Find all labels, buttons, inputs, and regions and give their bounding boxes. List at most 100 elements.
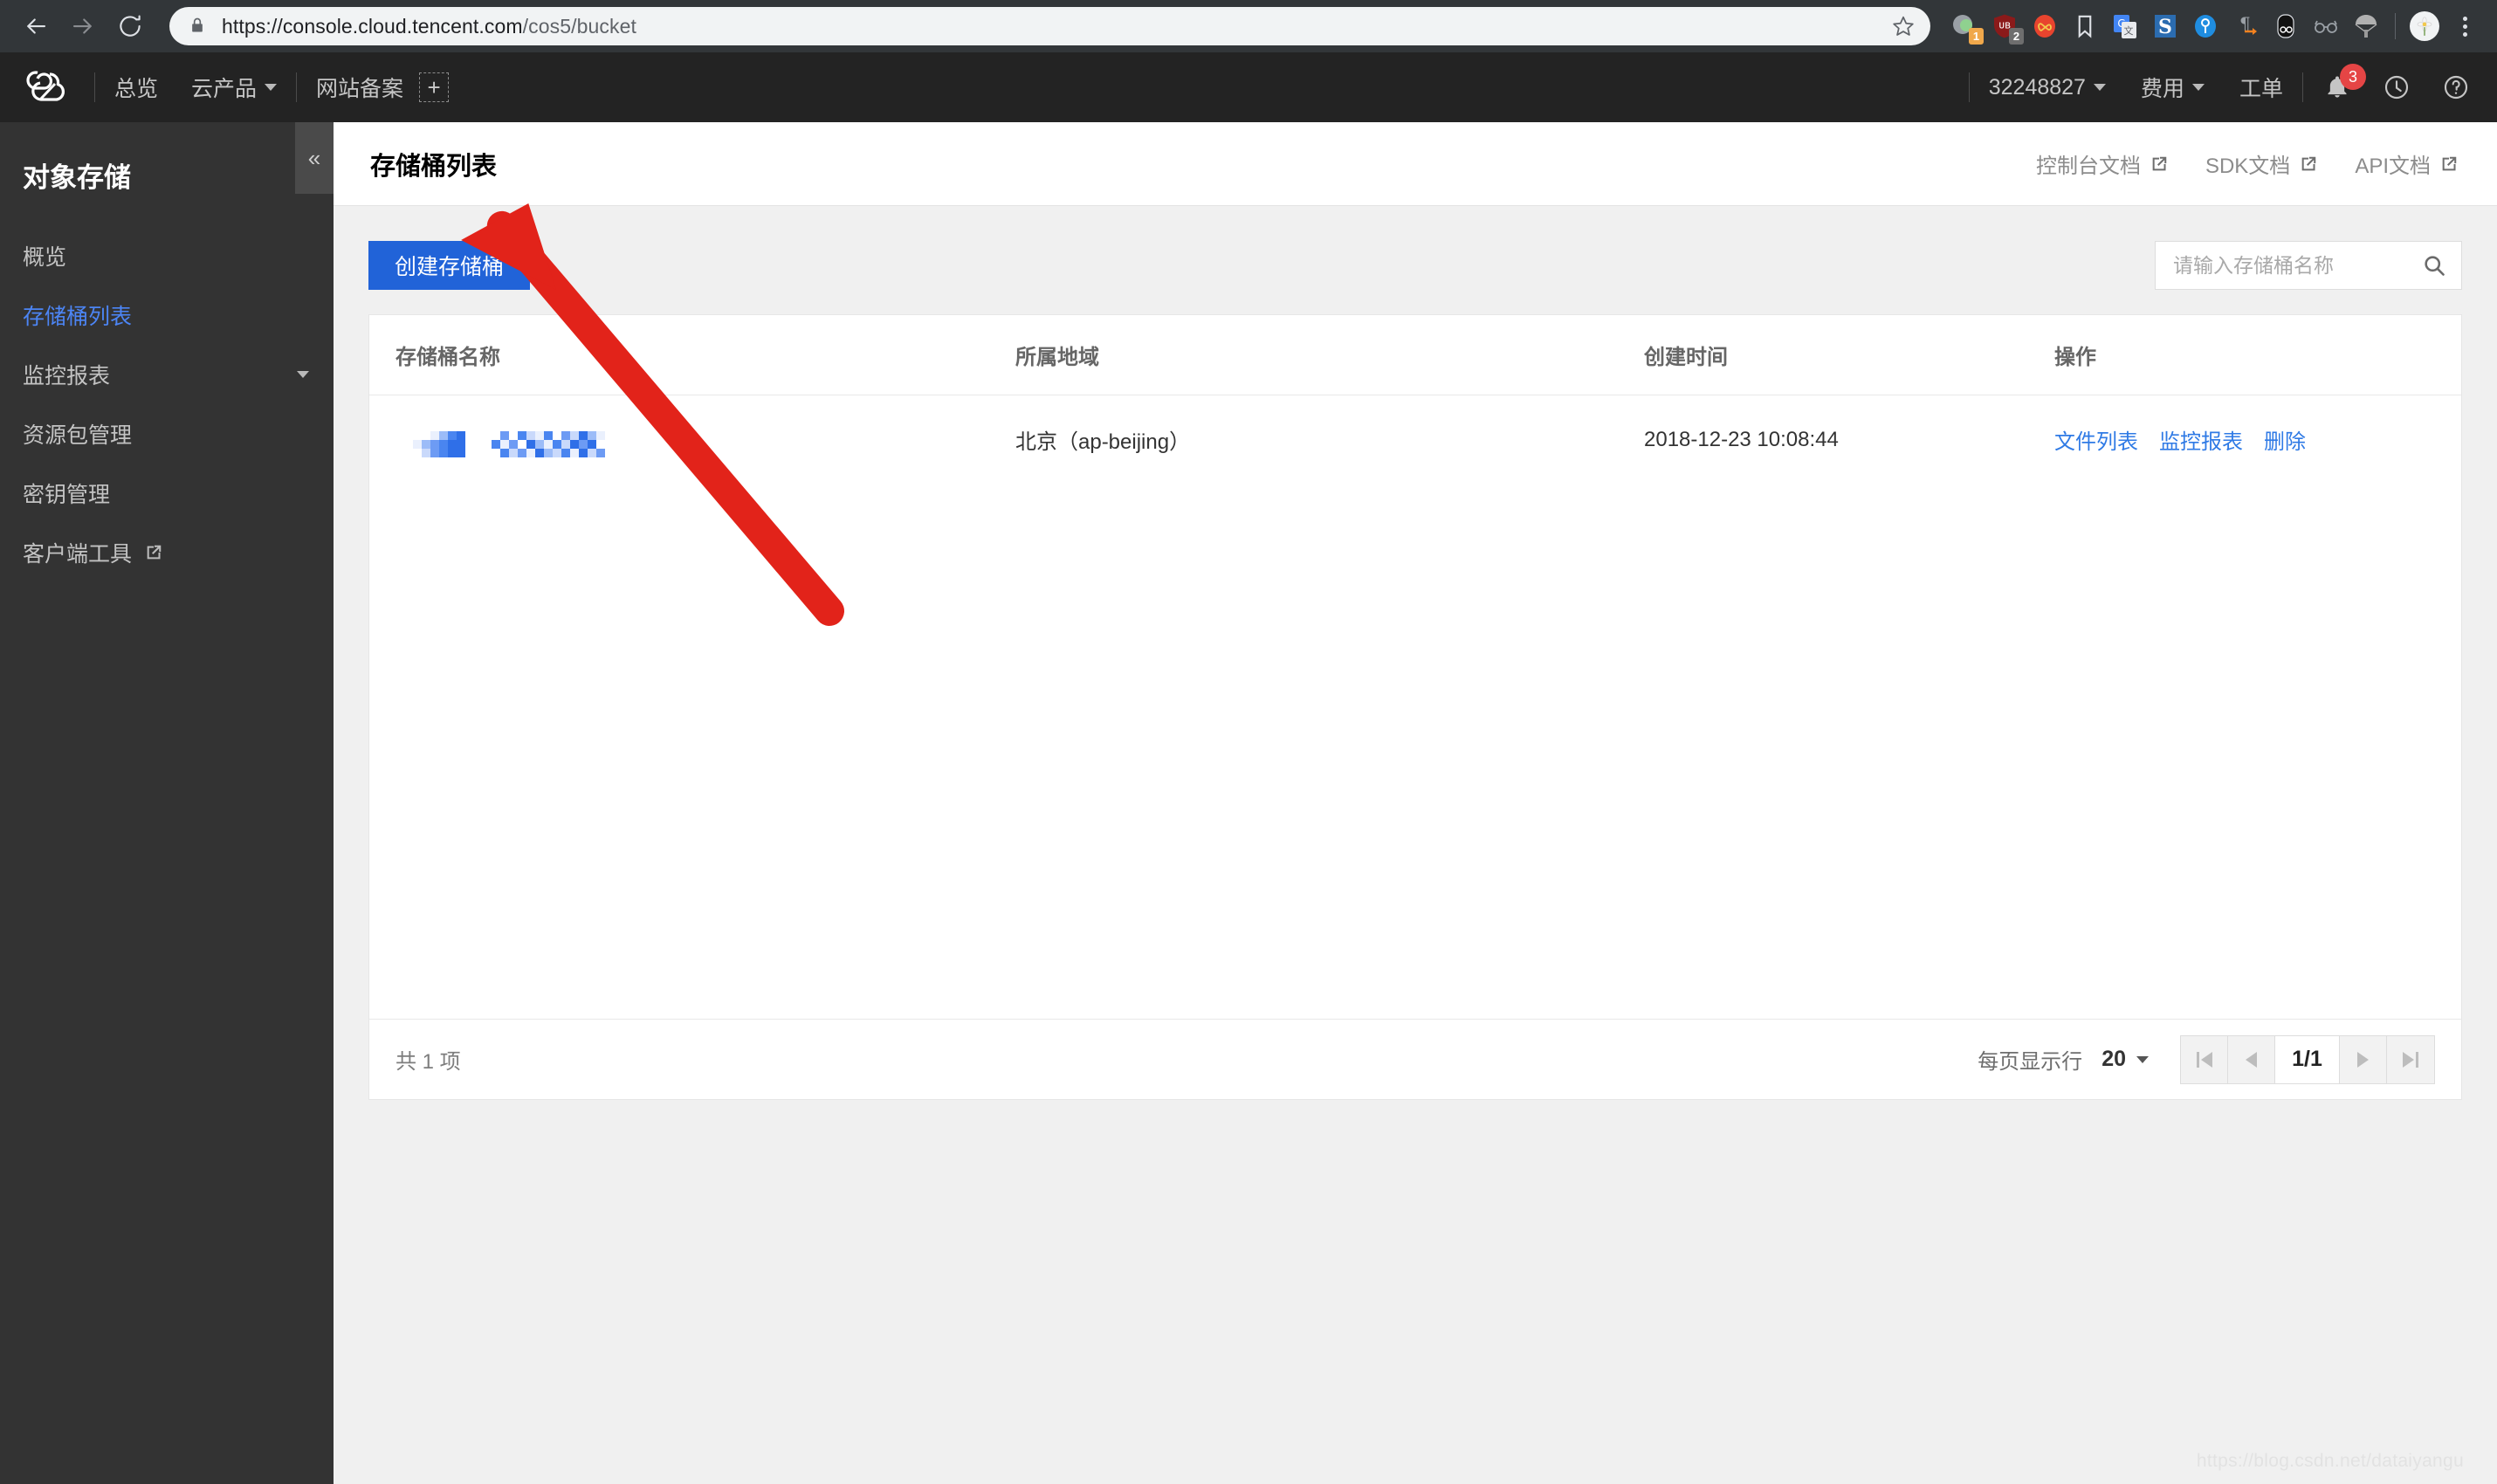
page-size-value: 20 (2101, 1047, 2126, 1071)
table-header-row: 存储桶名称 所属地域 创建时间 操作 (369, 315, 2461, 395)
url-origin: https://console.cloud.tencent.com (222, 14, 523, 38)
header-icon-group: 3 (2322, 64, 2471, 102)
console-doc-link[interactable]: 控制台文档 (2036, 148, 2169, 179)
next-page-button[interactable] (2340, 1035, 2387, 1083)
sidebar-item-label: 监控报表 (23, 364, 111, 388)
watermark: https://blog.csdn.net/dataiyangu (2196, 1451, 2464, 1471)
search-input[interactable] (2155, 241, 2462, 290)
add-shortcut-button[interactable]: + (419, 72, 450, 102)
sidebar-item-label: 客户端工具 (23, 542, 133, 567)
sidebar-item-label: 资源包管理 (23, 423, 133, 448)
sidebar-item-client-tools[interactable]: 客户端工具 (0, 523, 334, 582)
sidebar-item-key-management[interactable]: 密钥管理 (0, 464, 334, 523)
first-page-button[interactable] (2181, 1035, 2228, 1083)
page-indicator: 1/1 (2275, 1035, 2340, 1083)
ticket-label: 工单 (2239, 77, 2283, 101)
prev-page-button[interactable] (2228, 1035, 2275, 1083)
page-container: 对象存储 « 概览 存储桶列表 监控报表 资源包管理 密钥管理 客户端工具 存储… (0, 122, 2497, 1484)
nav-label: 云产品 (191, 77, 258, 101)
content-body: 创建存储桶 存储桶名称 所属地域 创建时间 操作 (334, 206, 2497, 1484)
back-arrow-icon[interactable] (12, 3, 59, 50)
doc-link-label: API文档 (2355, 155, 2431, 178)
chevron-down-icon (265, 84, 278, 91)
pagination: 每页显示行 20 1/1 (1978, 1034, 2435, 1084)
column-header-name: 存储桶名称 (369, 315, 1015, 395)
column-header-region: 所属地域 (1015, 315, 1644, 395)
sidebar-item-bucket-list[interactable]: 存储桶列表 (0, 285, 334, 345)
main-content: 存储桶列表 控制台文档 SDK文档 API文档 创建存储桶 请输入存储桶名称 存… (334, 122, 2497, 1484)
plus-icon: + (427, 74, 441, 100)
external-link-icon (2299, 155, 2318, 174)
header-divider-3 (1968, 72, 1970, 102)
chrome-menu-icon[interactable] (2445, 6, 2485, 46)
last-page-button[interactable] (2387, 1035, 2434, 1083)
doc-link-label: 控制台文档 (2035, 155, 2141, 178)
daisy-avatar[interactable] (2404, 6, 2445, 46)
nav-item-icp-filing[interactable]: 网站备案 (316, 72, 403, 103)
secondary-nav: 网站备案 (316, 72, 403, 103)
chevron-down-icon (2191, 84, 2205, 91)
sidebar-nav: 概览 存储桶列表 监控报表 资源包管理 密钥管理 客户端工具 (0, 226, 334, 582)
nav-item-cloud-products[interactable]: 云产品 (191, 72, 278, 103)
cell-region: 北京（ap-beijing） (1015, 430, 1191, 454)
extension-key-blue[interactable] (2185, 6, 2225, 46)
extension-bookmark-ribbon[interactable] (2065, 6, 2105, 46)
sidebar-collapse-button[interactable]: « (295, 122, 334, 194)
table-toolbar: 创建存储桶 (368, 241, 2462, 290)
content-header: 存储桶列表 控制台文档 SDK文档 API文档 (334, 122, 2497, 206)
extension-ublock-shield[interactable]: ᴜʙ 2 (1985, 6, 2025, 46)
action-file-list[interactable]: 文件列表 (2054, 424, 2138, 455)
extension-oo-capsule[interactable] (2266, 6, 2306, 46)
extension-s-letter[interactable]: S (2145, 6, 2185, 46)
doc-link-label: SDK文档 (2205, 155, 2291, 178)
account-menu[interactable]: 32248827 (1989, 75, 2106, 100)
billing-label: 费用 (2140, 77, 2184, 101)
api-doc-link[interactable]: API文档 (2355, 148, 2459, 179)
create-bucket-button[interactable]: 创建存储桶 (368, 241, 531, 290)
extension-green-dot[interactable]: 1 (1944, 6, 1985, 46)
extension-pilcrow-arrow[interactable]: ¶ (2225, 6, 2266, 46)
header-divider-4 (2302, 72, 2303, 102)
nav-label: 总览 (114, 77, 159, 101)
svg-text:S: S (2158, 16, 2172, 38)
tencent-cloud-logo[interactable] (19, 65, 75, 110)
external-link-icon (2150, 155, 2169, 174)
address-bar[interactable]: https://console.cloud.tencent.com/cos5/b… (169, 7, 1930, 45)
sidebar-item-resource-packages[interactable]: 资源包管理 (0, 404, 334, 464)
ticket-link[interactable]: 工单 (2239, 72, 2283, 103)
billing-menu[interactable]: 费用 (2141, 72, 2205, 103)
chevron-down-icon (2093, 84, 2106, 91)
bookmark-star-icon[interactable] (1892, 15, 1915, 38)
extension-parachute[interactable] (2346, 6, 2386, 46)
cell-actions: 文件列表 监控报表 删除 (2054, 395, 2461, 484)
extension-tray: 1 ᴜʙ 2 G文 S ¶ (1939, 6, 2485, 46)
bell-icon[interactable]: 3 (2322, 64, 2366, 102)
sidebar-item-overview[interactable]: 概览 (0, 226, 334, 285)
cell-bucket-name[interactable] (369, 395, 1015, 484)
forward-arrow-icon[interactable] (59, 3, 107, 50)
sidebar-item-label: 存储桶列表 (23, 305, 133, 329)
sidebar-title: 对象存储 (23, 162, 131, 193)
pager-buttons: 1/1 (2180, 1034, 2435, 1084)
external-link-icon (2439, 155, 2459, 174)
sidebar-item-monitoring[interactable]: 监控报表 (0, 345, 334, 404)
extension-google-translate[interactable]: G文 (2105, 6, 2145, 46)
doc-links: 控制台文档 SDK文档 API文档 (2036, 148, 2459, 179)
primary-nav: 总览 云产品 (114, 72, 278, 103)
sdk-doc-link[interactable]: SDK文档 (2205, 148, 2318, 179)
nav-item-overview[interactable]: 总览 (114, 72, 158, 103)
help-circle-icon[interactable] (2441, 72, 2471, 102)
action-monitoring[interactable]: 监控报表 (2159, 424, 2243, 455)
browser-toolbar: https://console.cloud.tencent.com/cos5/b… (0, 0, 2497, 52)
clock-icon[interactable] (2382, 72, 2411, 102)
header-divider (94, 72, 95, 102)
reload-icon[interactable] (107, 3, 154, 50)
extension-glasses[interactable] (2306, 6, 2346, 46)
page-size-select[interactable]: 20 (2101, 1047, 2149, 1072)
column-header-created: 创建时间 (1644, 315, 2054, 395)
action-delete[interactable]: 删除 (2264, 424, 2306, 455)
extension-infinity[interactable] (2025, 6, 2065, 46)
left-sidebar: 对象存储 « 概览 存储桶列表 监控报表 资源包管理 密钥管理 客户端工具 (0, 122, 334, 1484)
toolbar-divider (2395, 13, 2396, 39)
search-icon[interactable] (2422, 253, 2446, 278)
